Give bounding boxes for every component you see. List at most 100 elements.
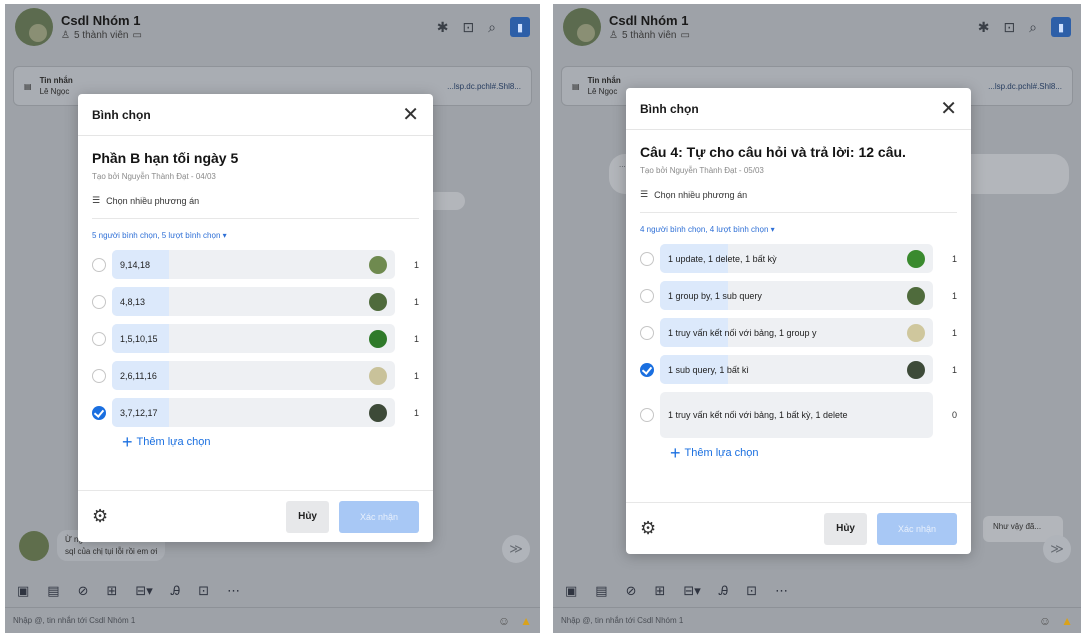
- vote-summary[interactable]: 5 người bình chọn, 5 lượt bình chọn ▾: [78, 219, 433, 244]
- sidebar-toggle-icon[interactable]: ▮: [510, 17, 530, 37]
- image-icon[interactable]: ▤: [595, 583, 607, 599]
- attach-icon[interactable]: ⊘: [78, 583, 89, 599]
- pinned-link[interactable]: ...lsp.dc.pchl#.Shl8...: [447, 82, 521, 91]
- option-checkbox[interactable]: [92, 294, 106, 309]
- poll-option-row[interactable]: 1 update, 1 delete, 1 bất kỳ 1: [640, 244, 957, 273]
- close-icon[interactable]: ✕: [940, 99, 957, 119]
- message-input[interactable]: Nhập @, tin nhắn tới Csdl Nhóm 1 ☺ ▲: [5, 607, 540, 633]
- multi-choice-label: Chọn nhiều phương án: [654, 189, 748, 200]
- member-count[interactable]: 5 thành viên: [622, 30, 677, 41]
- sender-avatar[interactable]: [19, 531, 49, 561]
- settings-gear-icon[interactable]: ⚙: [640, 518, 656, 539]
- option-bar[interactable]: 1 update, 1 delete, 1 bất kỳ: [660, 244, 933, 273]
- more-icon[interactable]: ⋯: [775, 583, 788, 599]
- voter-avatar[interactable]: [369, 366, 387, 385]
- image-icon[interactable]: ▤: [47, 583, 59, 599]
- add-option-button[interactable]: + Thêm lựa chọn: [626, 438, 971, 462]
- voter-avatar[interactable]: [369, 329, 387, 348]
- format-icon[interactable]: Ꭿ: [171, 583, 180, 599]
- option-bar[interactable]: 3,7,12,17: [112, 398, 395, 427]
- voter-avatar[interactable]: [369, 292, 387, 311]
- message-input[interactable]: Nhập @, tin nhắn tới Csdl Nhóm 1 ☺ ▲: [553, 607, 1081, 633]
- group-name[interactable]: Csdl Nhóm 1: [61, 13, 142, 28]
- group-avatar[interactable]: [15, 8, 53, 46]
- members-icon: ♙: [61, 30, 70, 41]
- confirm-button[interactable]: Xác nhận: [877, 512, 957, 545]
- card-icon[interactable]: ⊟▾: [683, 583, 700, 599]
- poll-option-row[interactable]: 4,8,13 1: [92, 287, 419, 316]
- option-bar[interactable]: 9,14,18: [112, 250, 395, 279]
- chevron-down-icon: ▾: [770, 225, 775, 234]
- chat-window-left: Csdl Nhóm 1 ♙ 5 thành viên ▭ ✱ ⊡ ⌕ ▮ ▤ T…: [5, 4, 540, 633]
- vote-count: 1: [951, 327, 957, 338]
- option-checkbox[interactable]: [92, 257, 106, 272]
- poll-option-row[interactable]: 9,14,18 1: [92, 250, 419, 279]
- group-avatar[interactable]: [563, 8, 601, 46]
- format-icon[interactable]: Ꭿ: [719, 583, 728, 599]
- option-checkbox[interactable]: [640, 408, 654, 422]
- poll-option-row[interactable]: 2,6,11,16 1: [92, 361, 419, 390]
- search-icon[interactable]: ⌕: [488, 19, 496, 36]
- voter-avatar[interactable]: [907, 360, 925, 379]
- poll-option-row[interactable]: 1 sub query, 1 bất kì 1: [640, 355, 957, 384]
- option-checkbox[interactable]: [640, 288, 654, 303]
- voter-avatar[interactable]: [369, 403, 387, 422]
- emoji-icon[interactable]: ☺: [1039, 614, 1051, 628]
- option-bar[interactable]: 4,8,13: [112, 287, 395, 316]
- vote-summary[interactable]: 4 người bình chọn, 4 lượt bình chọn ▾: [626, 213, 971, 238]
- voter-avatar[interactable]: [907, 323, 925, 342]
- add-option-button[interactable]: + Thêm lựa chọn: [78, 427, 433, 451]
- option-bar[interactable]: 1,5,10,15: [112, 324, 395, 353]
- group-name[interactable]: Csdl Nhóm 1: [609, 13, 690, 28]
- search-icon[interactable]: ⌕: [1029, 19, 1037, 36]
- screenshot-icon[interactable]: ⊞: [655, 583, 666, 599]
- close-icon[interactable]: ✕: [402, 105, 419, 125]
- video-call-icon[interactable]: ⊡: [1003, 19, 1015, 36]
- scroll-down-icon[interactable]: ≫: [502, 535, 530, 563]
- poll-option-row[interactable]: 1 truy vấn kết nối với bảng, 1 group y 1: [640, 318, 957, 347]
- tag-icon[interactable]: ▭: [132, 30, 141, 41]
- cancel-button[interactable]: Hủy: [286, 500, 329, 533]
- sidebar-toggle-icon[interactable]: ▮: [1051, 17, 1071, 37]
- cancel-button[interactable]: Hủy: [824, 512, 867, 545]
- confirm-button[interactable]: Xác nhận: [339, 500, 419, 533]
- sticker-icon[interactable]: ▣: [565, 583, 577, 599]
- like-icon[interactable]: ▲: [520, 614, 532, 628]
- checked-checkbox[interactable]: [640, 362, 654, 377]
- poll-option-row[interactable]: 1 truy vấn kết nối với bảng, 1 bất kỳ, 1…: [640, 392, 957, 438]
- voter-avatar[interactable]: [907, 286, 925, 305]
- option-bar[interactable]: 1 sub query, 1 bất kì: [660, 355, 933, 384]
- settings-gear-icon[interactable]: ⚙: [92, 506, 108, 527]
- card-icon[interactable]: ⊟▾: [135, 583, 152, 599]
- video-call-icon[interactable]: ⊡: [462, 19, 474, 36]
- voter-avatar[interactable]: [907, 249, 925, 268]
- list-icon: ☰: [640, 189, 649, 199]
- add-member-icon[interactable]: ✱: [978, 19, 990, 36]
- scroll-down-icon[interactable]: ≫: [1043, 535, 1071, 563]
- tag-icon[interactable]: ▭: [680, 30, 689, 41]
- pinned-link[interactable]: ...lsp.dc.pchl#.Shl8...: [988, 82, 1062, 91]
- option-bar[interactable]: 2,6,11,16: [112, 361, 395, 390]
- option-checkbox[interactable]: [92, 368, 106, 383]
- poll-icon[interactable]: ⊡: [198, 583, 209, 599]
- screenshot-icon[interactable]: ⊞: [107, 583, 118, 599]
- add-member-icon[interactable]: ✱: [437, 19, 449, 36]
- emoji-icon[interactable]: ☺: [498, 614, 510, 628]
- checked-checkbox[interactable]: [92, 405, 106, 420]
- poll-option-row[interactable]: 1,5,10,15 1: [92, 324, 419, 353]
- option-checkbox[interactable]: [640, 251, 654, 266]
- option-bar[interactable]: 1 group by, 1 sub query: [660, 281, 933, 310]
- member-count[interactable]: 5 thành viên: [74, 30, 129, 41]
- more-icon[interactable]: ⋯: [227, 583, 240, 599]
- poll-option-row[interactable]: 1 group by, 1 sub query 1: [640, 281, 957, 310]
- poll-option-row[interactable]: 3,7,12,17 1: [92, 398, 419, 427]
- like-icon[interactable]: ▲: [1061, 614, 1073, 628]
- option-bar[interactable]: 1 truy vấn kết nối với bảng, 1 bất kỳ, 1…: [660, 392, 933, 438]
- option-bar[interactable]: 1 truy vấn kết nối với bảng, 1 group y: [660, 318, 933, 347]
- sticker-icon[interactable]: ▣: [17, 583, 29, 599]
- voter-avatar[interactable]: [369, 255, 387, 274]
- attach-icon[interactable]: ⊘: [626, 583, 637, 599]
- poll-icon[interactable]: ⊡: [746, 583, 757, 599]
- option-checkbox[interactable]: [92, 331, 106, 346]
- option-checkbox[interactable]: [640, 325, 654, 340]
